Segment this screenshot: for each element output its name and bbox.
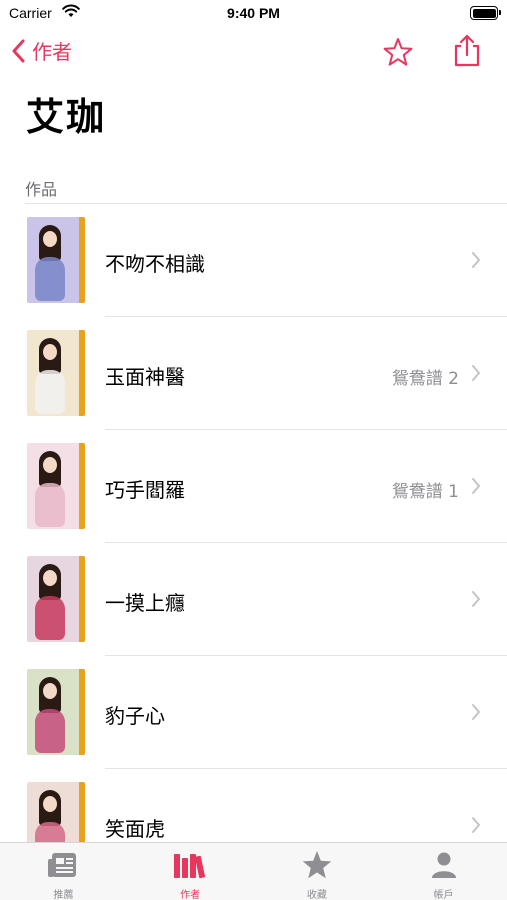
book-title: 不吻不相識 [105, 252, 205, 276]
chevron-right-icon [472, 252, 480, 268]
favorite-star-button[interactable] [382, 36, 414, 68]
back-button-label: 作者 [32, 40, 72, 64]
chevron-right-icon [472, 817, 480, 833]
book-cover-image [27, 217, 85, 303]
chevron-right-icon [472, 704, 480, 720]
person-icon [429, 850, 459, 884]
chevron-right-icon [472, 365, 480, 381]
share-button[interactable] [452, 34, 482, 68]
author-name-title: 艾珈 [26, 95, 107, 139]
navigation-bar: 作者 [0, 30, 507, 74]
book-row[interactable]: 巧手閻羅 鴛鴦譜 1 [0, 430, 507, 543]
book-row[interactable]: 不吻不相識 [0, 204, 507, 317]
book-cover-image [27, 556, 85, 642]
tab-bar: 推薦 作者 收藏 帳戶 [0, 842, 507, 900]
section-header-works: 作品 [25, 180, 58, 199]
book-row[interactable]: 一摸上癮 [0, 543, 507, 656]
status-bar: Carrier 9:40 PM [0, 0, 507, 28]
books-icon [172, 850, 208, 884]
book-cover-image [27, 669, 85, 755]
tab-star-filled[interactable]: 收藏 [254, 843, 381, 900]
tab-newspaper[interactable]: 推薦 [0, 843, 127, 900]
book-title: 巧手閻羅 [105, 478, 185, 502]
book-list: 不吻不相識玉面神醫 鴛鴦譜 2 巧手閻羅 鴛鴦譜 1 一摸上癮豹子心笑面虎 [0, 204, 507, 882]
book-row[interactable]: 玉面神醫 鴛鴦譜 2 [0, 317, 507, 430]
chevron-right-icon [472, 478, 480, 494]
tab-label: 帳戶 [433, 890, 454, 900]
book-series-label: 鴛鴦譜 2 [391, 369, 459, 389]
book-title: 笑面虎 [105, 817, 165, 841]
book-title: 豹子心 [105, 704, 165, 728]
tab-books[interactable]: 作者 [127, 843, 254, 900]
battery-icon [470, 6, 501, 20]
star-filled-icon [301, 850, 333, 884]
book-title: 玉面神醫 [105, 365, 185, 389]
tab-person[interactable]: 帳戶 [380, 843, 507, 900]
tab-label: 推薦 [53, 890, 74, 900]
tab-label: 收藏 [306, 890, 327, 900]
back-button[interactable]: 作者 [12, 36, 72, 65]
chevron-left-icon [12, 39, 25, 62]
status-time: 9:40 PM [227, 5, 280, 21]
newspaper-icon [46, 850, 80, 884]
book-cover-image [27, 330, 85, 416]
tab-label: 作者 [180, 890, 201, 900]
chevron-right-icon [472, 591, 480, 607]
book-series-label: 鴛鴦譜 1 [391, 482, 459, 502]
book-title: 一摸上癮 [105, 591, 185, 615]
book-cover-image [27, 443, 85, 529]
book-row[interactable]: 豹子心 [0, 656, 507, 769]
